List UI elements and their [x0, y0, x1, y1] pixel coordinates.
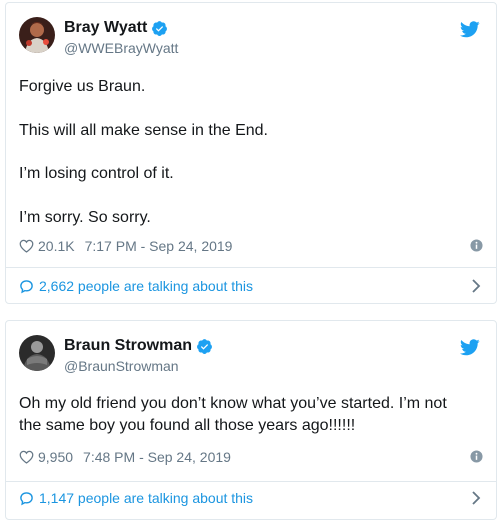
- tweet-meta: 9,950 7:48 PM - Sep 24, 2019: [19, 446, 483, 468]
- divider: [6, 267, 496, 268]
- author-handle[interactable]: @WWEBrayWyatt: [64, 40, 178, 56]
- author-handle[interactable]: @BraunStrowman: [64, 358, 179, 374]
- tweet-card-bray-wyatt: Bray Wyatt @WWEBrayWyatt Forgive us Brau…: [5, 2, 497, 304]
- tweet-text-line: This will all make sense in the End.: [19, 122, 268, 139]
- twitter-bird-icon[interactable]: [460, 339, 480, 356]
- tweet-text-line: Forgive us Braun.: [19, 78, 146, 95]
- verified-badge-icon: [197, 338, 212, 354]
- avatar[interactable]: [19, 335, 55, 371]
- like-count[interactable]: 20.1K: [38, 238, 75, 254]
- heart-icon[interactable]: [19, 239, 34, 253]
- heart-icon[interactable]: [19, 450, 34, 464]
- tweet-card-braun-strowman: Braun Strowman @BraunStrowman Oh my old …: [5, 320, 497, 520]
- timestamp[interactable]: 7:17 PM - Sep 24, 2019: [85, 238, 233, 254]
- author-name[interactable]: Braun Strowman: [64, 337, 192, 355]
- divider: [6, 481, 496, 482]
- tweet-meta: 20.1K 7:17 PM - Sep 24, 2019: [19, 235, 483, 257]
- chevron-right-icon[interactable]: [471, 279, 481, 293]
- tweet-header: Braun Strowman @BraunStrowman: [6, 321, 496, 379]
- conversation-count[interactable]: 2,662 people are talking about this: [39, 278, 253, 294]
- twitter-bird-icon[interactable]: [460, 21, 480, 38]
- tweet-text: Oh my old friend you don’t know what you…: [19, 395, 447, 434]
- author-row: Bray Wyatt: [64, 19, 168, 37]
- like-count[interactable]: 9,950: [38, 449, 73, 465]
- avatar[interactable]: [19, 17, 55, 53]
- timestamp[interactable]: 7:48 PM - Sep 24, 2019: [83, 449, 231, 465]
- tweet-header: Bray Wyatt @WWEBrayWyatt: [6, 3, 496, 61]
- conversation-link[interactable]: 2,662 people are talking about this: [19, 276, 483, 296]
- info-icon[interactable]: [470, 239, 483, 252]
- author-name[interactable]: Bray Wyatt: [64, 19, 147, 37]
- speech-bubble-icon: [20, 279, 33, 293]
- tweet-text-line: I’m losing control of it.: [19, 165, 174, 182]
- chevron-right-icon[interactable]: [471, 491, 481, 505]
- conversation-count[interactable]: 1,147 people are talking about this: [39, 490, 253, 506]
- author-row: Braun Strowman: [64, 337, 213, 355]
- info-icon[interactable]: [470, 450, 483, 463]
- conversation-link[interactable]: 1,147 people are talking about this: [19, 488, 483, 508]
- speech-bubble-icon: [20, 491, 33, 505]
- verified-badge-icon: [152, 20, 168, 36]
- tweet-text-line: I’m sorry. So sorry.: [19, 209, 151, 226]
